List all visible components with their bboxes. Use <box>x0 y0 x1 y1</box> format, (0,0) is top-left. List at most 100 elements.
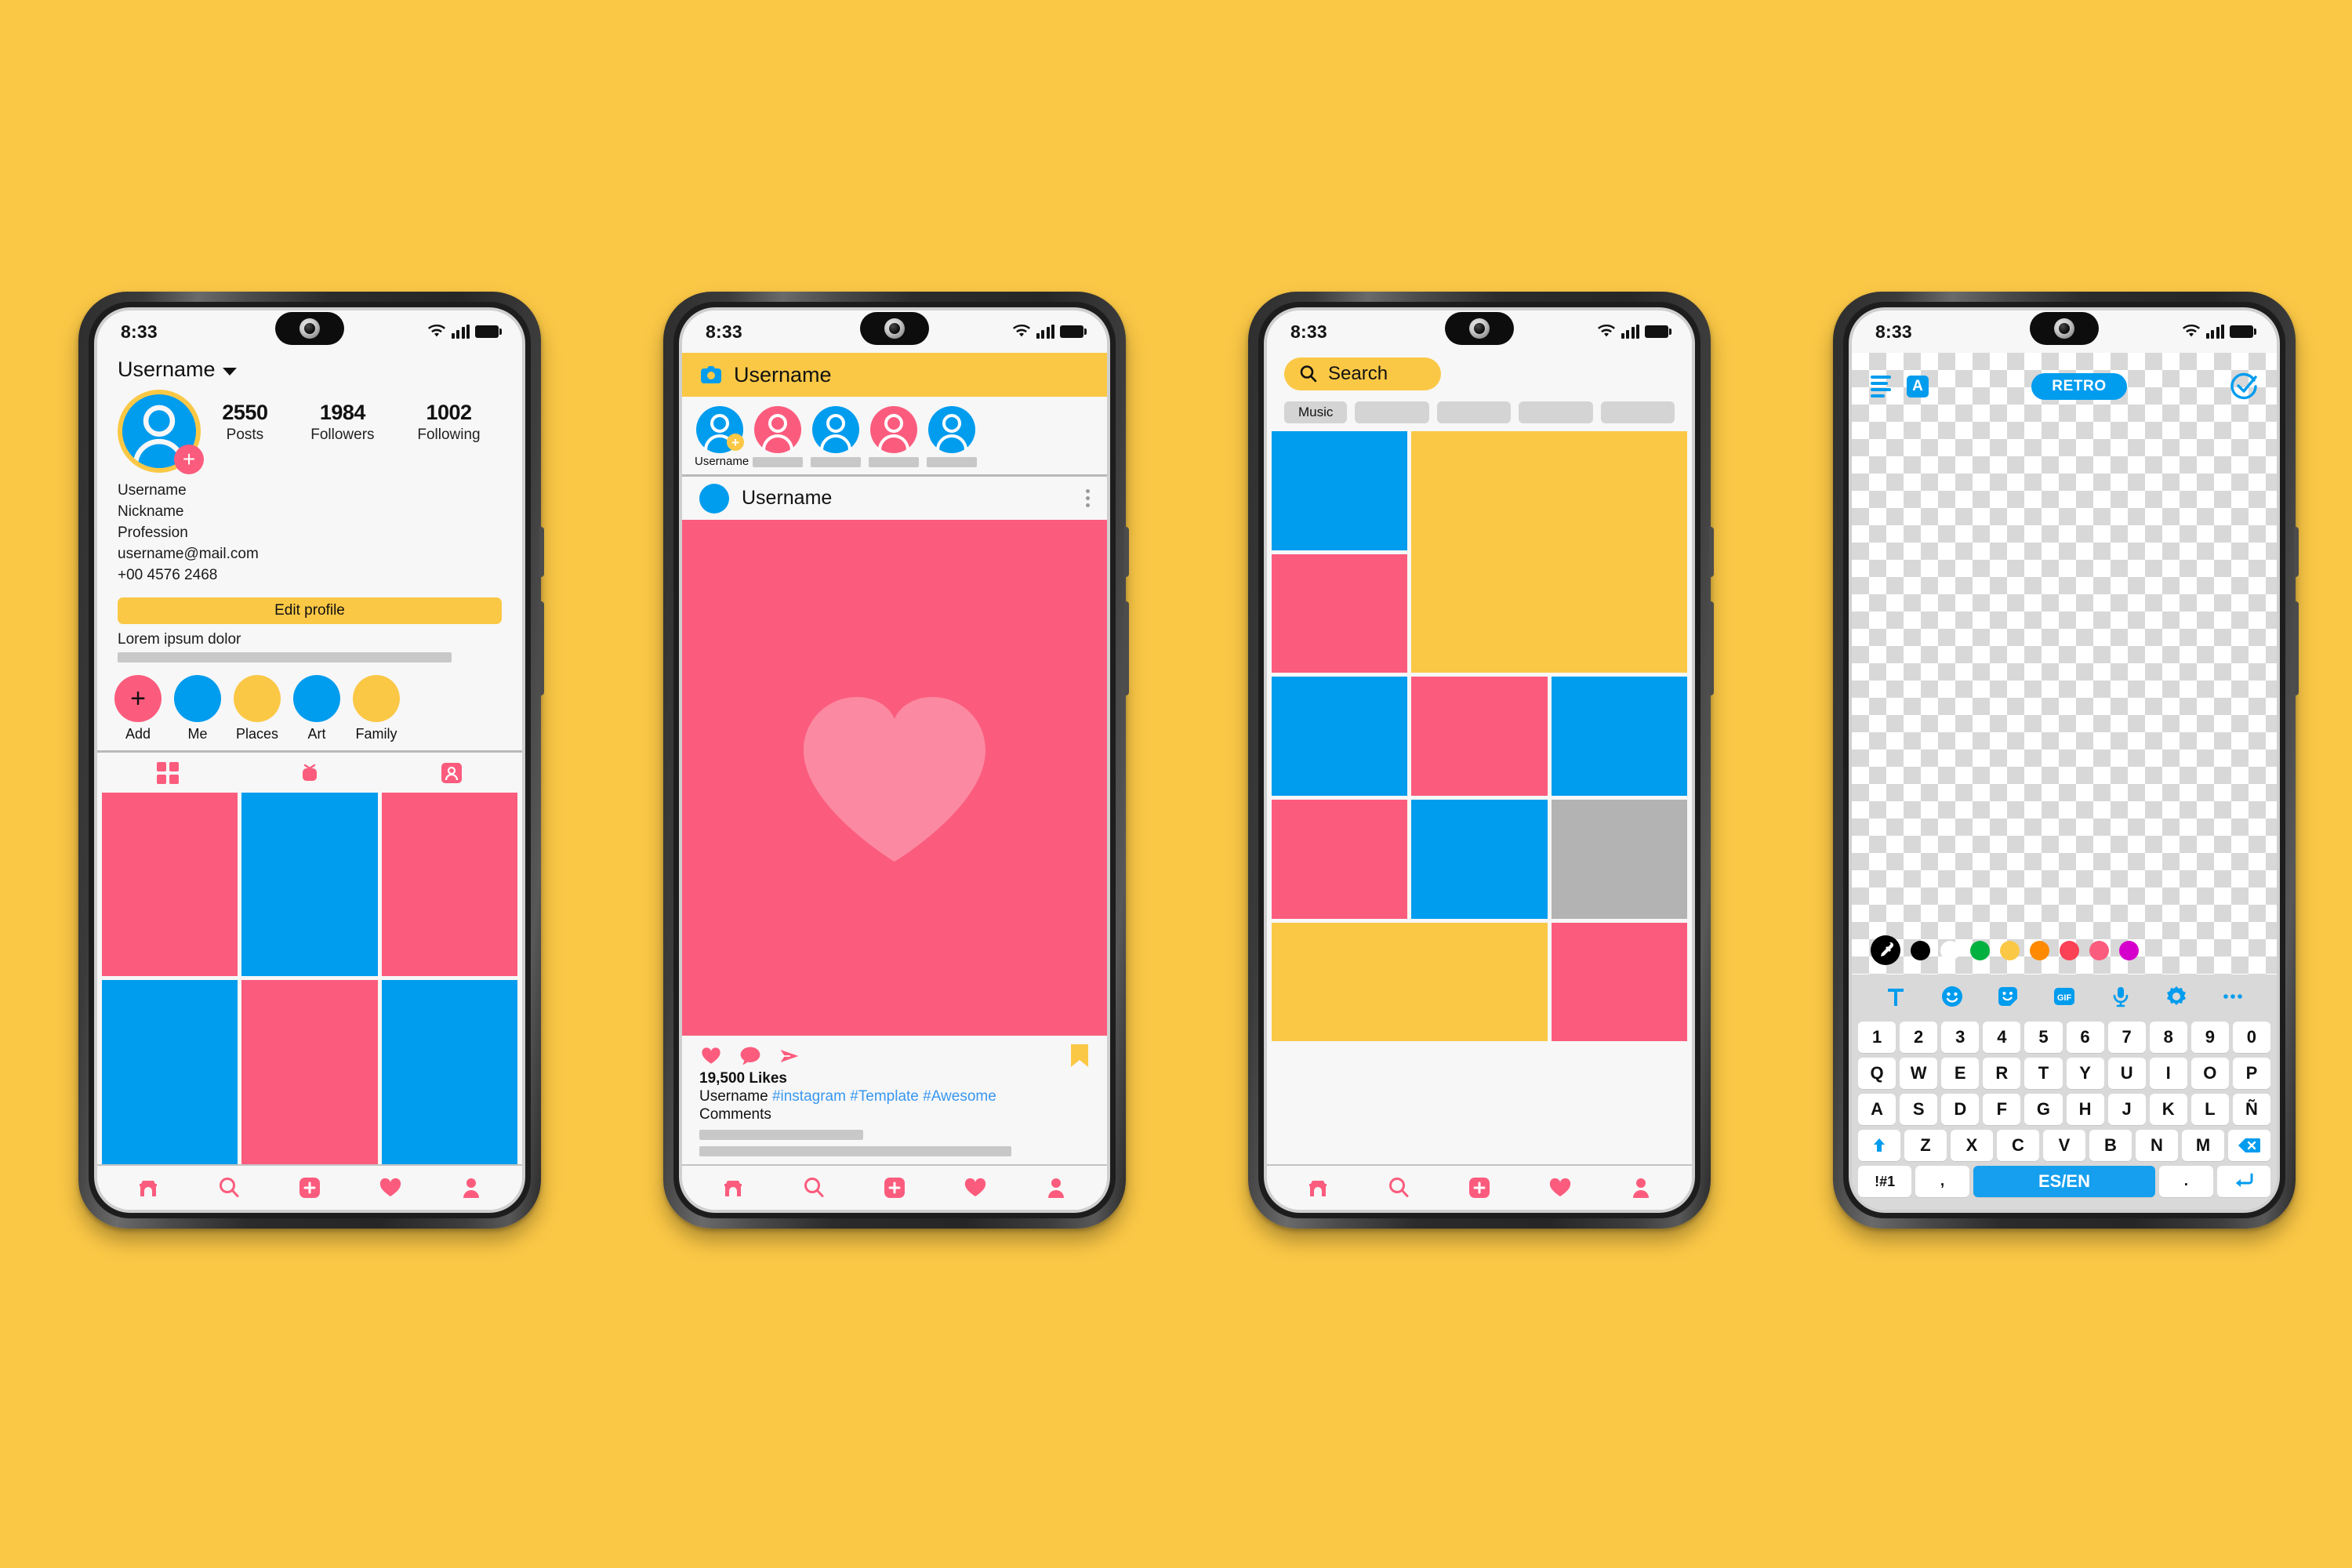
phone4-power-button[interactable] <box>2294 601 2299 695</box>
story-item[interactable] <box>811 406 861 468</box>
key-v[interactable]: V <box>2043 1130 2085 1161</box>
grid-cell[interactable] <box>381 792 517 977</box>
key-x[interactable]: X <box>1951 1130 1993 1161</box>
home-icon[interactable] <box>720 1174 746 1201</box>
tab-tagged[interactable] <box>380 761 522 785</box>
add-post-icon[interactable] <box>1466 1174 1493 1201</box>
phone1-power-button[interactable] <box>539 601 544 695</box>
home-icon[interactable] <box>1305 1174 1331 1201</box>
eyedropper-swatch[interactable] <box>1871 935 1900 965</box>
add-story-badge[interactable]: + <box>727 434 744 451</box>
chip-placeholder[interactable] <box>1600 401 1675 423</box>
key-9[interactable]: 9 <box>2190 1022 2229 1053</box>
heart-icon[interactable] <box>962 1174 989 1201</box>
hamburger-menu-icon[interactable] <box>1871 376 1891 397</box>
search-icon[interactable] <box>1385 1174 1412 1201</box>
heart-icon[interactable] <box>1547 1174 1573 1201</box>
add-post-icon[interactable] <box>881 1174 908 1201</box>
profile-icon[interactable] <box>458 1174 485 1201</box>
profile-icon[interactable] <box>1628 1174 1654 1201</box>
highlight-places[interactable]: Places <box>234 674 281 742</box>
grid-cell[interactable] <box>102 792 238 977</box>
key-period[interactable]: . <box>2159 1166 2213 1197</box>
swatch-magenta[interactable] <box>2119 940 2139 960</box>
key-j[interactable]: J <box>2107 1094 2146 1125</box>
comments-label[interactable]: Comments <box>699 1106 1090 1123</box>
profile-username-row[interactable]: Username <box>97 353 522 390</box>
key-0[interactable]: 0 <box>2232 1022 2270 1053</box>
highlight-art[interactable]: Art <box>293 674 340 742</box>
sticker-icon[interactable] <box>1996 985 2020 1008</box>
story-item[interactable] <box>927 406 977 468</box>
key-o[interactable]: O <box>2190 1058 2229 1089</box>
profile-icon[interactable] <box>1043 1174 1069 1201</box>
share-icon[interactable] <box>778 1044 801 1068</box>
key-7[interactable]: 7 <box>2107 1022 2146 1053</box>
key-i[interactable]: I <box>2149 1058 2187 1089</box>
heart-icon[interactable] <box>377 1174 404 1201</box>
text-icon[interactable] <box>1884 985 1907 1008</box>
key-language-space[interactable]: ES/EN <box>1973 1166 2156 1197</box>
key-c[interactable]: C <box>1997 1130 2039 1161</box>
explore-tile[interactable] <box>1411 677 1548 796</box>
explore-tile[interactable] <box>1272 554 1408 673</box>
add-post-icon[interactable] <box>296 1174 323 1201</box>
key-4[interactable]: 4 <box>1983 1022 2021 1053</box>
key-3[interactable]: 3 <box>1941 1022 1980 1053</box>
filter-retro-button[interactable]: RETRO <box>2031 373 2127 400</box>
more-icon[interactable] <box>2221 985 2245 1008</box>
camera-icon[interactable] <box>699 363 723 387</box>
chip-music[interactable]: Music <box>1284 401 1348 423</box>
grid-cell[interactable] <box>241 792 378 977</box>
key-n[interactable]: N <box>2136 1130 2178 1161</box>
phone3-volume-button[interactable] <box>1709 527 1714 577</box>
comment-icon[interactable] <box>739 1044 762 1068</box>
key-w[interactable]: W <box>1900 1058 1938 1089</box>
key-enter[interactable] <box>2216 1166 2270 1197</box>
key-comma[interactable]: , <box>1915 1166 1969 1197</box>
key-8[interactable]: 8 <box>2149 1022 2187 1053</box>
explore-tile[interactable] <box>1272 677 1408 796</box>
search-icon[interactable] <box>800 1174 827 1201</box>
home-icon[interactable] <box>135 1174 162 1201</box>
tab-reels[interactable] <box>239 761 381 785</box>
phone4-volume-button[interactable] <box>2294 527 2299 577</box>
swatch-black[interactable] <box>1911 940 1930 960</box>
key-z[interactable]: Z <box>1904 1130 1947 1161</box>
key-shift[interactable] <box>1858 1130 1900 1161</box>
key-backspace[interactable] <box>2228 1130 2270 1161</box>
edit-profile-button[interactable]: Edit profile <box>118 597 502 624</box>
explore-tile[interactable] <box>1272 800 1408 919</box>
story-item[interactable] <box>869 406 919 468</box>
profile-avatar[interactable]: + <box>118 390 204 474</box>
key-g[interactable]: G <box>2024 1094 2063 1125</box>
grid-cell[interactable] <box>381 980 517 1164</box>
caption-hashtags[interactable]: #instagram #Template #Awesome <box>772 1088 996 1105</box>
key-2[interactable]: 2 <box>1900 1022 1938 1053</box>
grid-cell[interactable] <box>241 980 378 1164</box>
swatch-orange[interactable] <box>2030 940 2049 960</box>
story-item[interactable] <box>753 406 803 468</box>
chip-placeholder[interactable] <box>1355 401 1429 423</box>
grid-cell[interactable] <box>102 980 238 1164</box>
stat-followers[interactable]: 1984 Followers <box>310 401 374 444</box>
phone2-volume-button[interactable] <box>1124 527 1129 577</box>
key-t[interactable]: T <box>2024 1058 2063 1089</box>
gif-icon[interactable]: GIF <box>2053 985 2076 1008</box>
explore-tile[interactable] <box>1272 431 1408 550</box>
key-p[interactable]: P <box>2232 1058 2270 1089</box>
chevron-down-icon[interactable] <box>222 368 237 376</box>
key-s[interactable]: S <box>1900 1094 1938 1125</box>
highlight-add[interactable]: + Add <box>114 674 162 742</box>
settings-icon[interactable] <box>2165 985 2188 1008</box>
key-k[interactable]: K <box>2149 1094 2187 1125</box>
highlight-me[interactable]: Me <box>174 674 221 742</box>
search-icon[interactable] <box>216 1174 242 1201</box>
add-story-badge[interactable]: + <box>174 445 204 474</box>
chip-placeholder[interactable] <box>1436 401 1512 423</box>
explore-tile[interactable] <box>1411 800 1548 919</box>
explore-tile[interactable] <box>1551 677 1687 796</box>
key-1[interactable]: 1 <box>1858 1022 1896 1053</box>
key-r[interactable]: R <box>1983 1058 2021 1089</box>
phone1-volume-button[interactable] <box>539 527 544 577</box>
